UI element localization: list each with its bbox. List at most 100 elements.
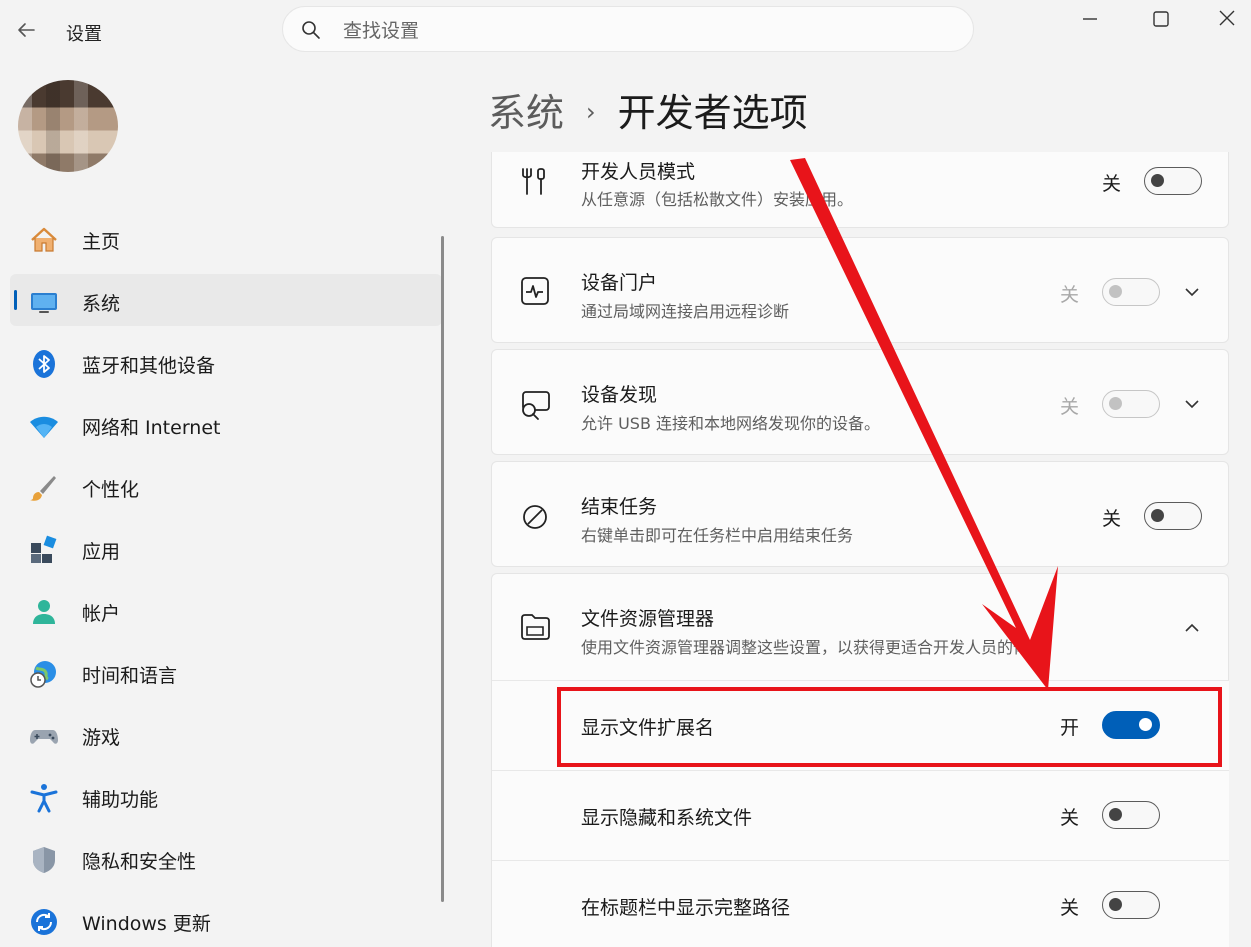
show-hidden-files-label: 显示隐藏和系统文件 (581, 807, 753, 829)
minimize-icon (1083, 18, 1097, 20)
show-file-extensions-toggle[interactable] (1102, 711, 1160, 739)
device-discovery-state: 关 (1060, 396, 1080, 418)
breadcrumb-separator: › (586, 98, 596, 126)
device-portal-toggle[interactable] (1102, 278, 1160, 306)
title-bar: 设置 (0, 0, 1251, 60)
show-hidden-files-toggle[interactable] (1102, 801, 1160, 829)
developer-mode-card[interactable]: 开发人员模式 从任意源（包括松散文件）安装应用。 关 (491, 152, 1229, 228)
minimize-button[interactable] (1070, 6, 1110, 36)
toggle-knob (1109, 898, 1122, 911)
close-button[interactable] (1207, 6, 1247, 36)
toggle-knob (1151, 174, 1164, 187)
breadcrumb: 系统 › 开发者选项 (488, 82, 808, 138)
update-icon (31, 909, 57, 935)
settings-content: 开发人员模式 从任意源（包括松散文件）安装应用。 关 设备门户 通过局域网连接启… (491, 152, 1229, 947)
toggle-knob (1139, 718, 1152, 731)
pulse-icon (521, 277, 549, 305)
sidebar-item-label: 主页 (82, 231, 121, 253)
sidebar-item-accessibility[interactable]: 辅助功能 (0, 770, 442, 822)
sidebar-item-label: Windows 更新 (82, 913, 211, 935)
sidebar-item-accounts[interactable]: 帐户 (0, 584, 442, 636)
app-title: 设置 (66, 24, 102, 45)
sidebar-item-gaming[interactable]: 游戏 (0, 708, 442, 760)
toggle-knob (1109, 397, 1122, 410)
show-full-path-label: 在标题栏中显示完整路径 (581, 897, 791, 919)
maximize-icon (1153, 11, 1169, 27)
globe-clock-icon (30, 661, 56, 688)
gamepad-icon (30, 730, 58, 744)
end-task-title: 结束任务 (581, 496, 658, 518)
developer-tools-icon (522, 168, 545, 195)
account-icon (33, 600, 55, 624)
show-file-extensions-row[interactable]: 显示文件扩展名 开 (492, 680, 1229, 770)
sidebar-item-label: 个性化 (82, 479, 140, 501)
toggle-knob (1109, 808, 1122, 821)
end-task-desc: 右键单击即可在任务栏中启用结束任务 (581, 526, 854, 545)
end-task-toggle[interactable] (1144, 502, 1202, 530)
sidebar-item-apps[interactable]: 应用 (0, 522, 442, 574)
breadcrumb-parent[interactable]: 系统 (488, 91, 564, 135)
show-hidden-files-state: 关 (1060, 807, 1080, 829)
chevron-down-icon[interactable] (1180, 280, 1204, 304)
sidebar-scrollbar[interactable] (441, 236, 444, 902)
close-icon (1219, 10, 1235, 26)
device-portal-title: 设备门户 (581, 272, 658, 294)
bluetooth-icon (33, 350, 55, 378)
device-discovery-icon (522, 391, 550, 420)
wifi-icon (30, 416, 58, 438)
sidebar-item-time-language[interactable]: 时间和语言 (0, 646, 442, 698)
system-icon (31, 293, 57, 313)
show-full-path-toggle[interactable] (1102, 891, 1160, 919)
sidebar-item-network[interactable]: 网络和 Internet (0, 398, 442, 450)
search-box[interactable] (282, 6, 974, 52)
device-portal-state: 关 (1060, 284, 1080, 306)
sidebar-item-home[interactable]: 主页 (0, 212, 442, 264)
shield-icon (33, 847, 55, 873)
sidebar-item-label: 时间和语言 (82, 665, 178, 687)
device-discovery-desc: 允许 USB 连接和本地网络发现你的设备。 (581, 414, 881, 433)
end-task-state: 关 (1102, 508, 1122, 530)
end-task-card[interactable]: 结束任务 右键单击即可在任务栏中启用结束任务 关 (491, 461, 1229, 567)
sidebar-item-label: 辅助功能 (82, 789, 159, 811)
sidebar-item-system[interactable]: 系统 (10, 274, 442, 326)
toggle-knob (1151, 509, 1164, 522)
show-full-path-state: 关 (1060, 897, 1080, 919)
sidebar-item-label: 网络和 Internet (82, 417, 221, 439)
back-button[interactable] (14, 18, 38, 42)
active-indicator (14, 290, 17, 310)
show-full-path-row[interactable]: 在标题栏中显示完整路径 关 (492, 860, 1229, 947)
home-icon (31, 227, 57, 252)
page-title: 开发者选项 (617, 91, 808, 135)
maximize-button[interactable] (1141, 6, 1181, 36)
file-explorer-header[interactable]: 文件资源管理器 使用文件资源管理器调整这些设置，以获得更适合开发人员的体验 (492, 574, 1229, 680)
developer-mode-title: 开发人员模式 (581, 161, 696, 183)
sidebar-item-label: 蓝牙和其他设备 (82, 355, 216, 377)
sidebar-item-label: 隐私和安全性 (82, 851, 197, 873)
developer-mode-toggle[interactable] (1144, 167, 1202, 195)
file-explorer-title: 文件资源管理器 (581, 608, 715, 630)
search-icon (302, 21, 320, 39)
device-discovery-card[interactable]: 设备发现 允许 USB 连接和本地网络发现你的设备。 关 (491, 349, 1229, 455)
chevron-up-icon[interactable] (1180, 616, 1204, 640)
developer-mode-state: 关 (1102, 173, 1122, 195)
device-portal-desc: 通过局域网连接启用远程诊断 (581, 302, 790, 321)
user-avatar[interactable] (18, 80, 118, 172)
device-discovery-title: 设备发现 (581, 384, 658, 406)
toggle-knob (1109, 285, 1122, 298)
sidebar-item-label: 游戏 (82, 727, 121, 749)
chevron-down-icon[interactable] (1180, 392, 1204, 416)
sidebar-item-label: 应用 (82, 541, 121, 563)
search-input[interactable] (341, 15, 945, 47)
show-hidden-files-row[interactable]: 显示隐藏和系统文件 关 (492, 770, 1229, 860)
show-file-extensions-label: 显示文件扩展名 (581, 717, 715, 739)
device-portal-card[interactable]: 设备门户 通过局域网连接启用远程诊断 关 (491, 237, 1229, 343)
accessibility-icon (30, 784, 58, 813)
folder-icon (521, 614, 550, 640)
prohibited-icon (523, 505, 547, 529)
arrow-left-icon (18, 23, 35, 37)
sidebar-item-bluetooth[interactable]: 蓝牙和其他设备 (0, 336, 442, 388)
sidebar-item-windows-update[interactable]: Windows 更新 (0, 894, 442, 946)
sidebar-item-privacy[interactable]: 隐私和安全性 (0, 832, 442, 884)
device-discovery-toggle[interactable] (1102, 390, 1160, 418)
sidebar-item-personalization[interactable]: 个性化 (0, 460, 442, 512)
